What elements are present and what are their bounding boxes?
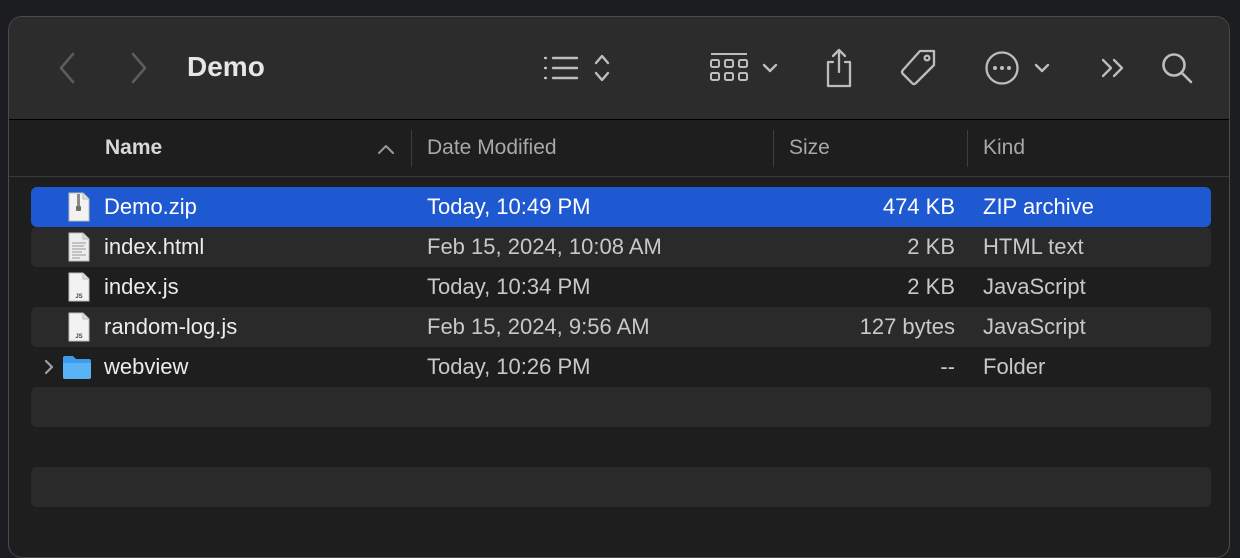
sort-updown-icon[interactable] (591, 47, 613, 89)
finder-window: Demo Name Date Modified Size Kind Demo.z… (8, 16, 1230, 558)
file-date: Today, 10:26 PM (427, 354, 591, 379)
column-size-header[interactable]: Size (789, 120, 830, 176)
search-icon[interactable] (1159, 47, 1195, 89)
file-name: webview (104, 354, 189, 379)
sort-ascending-icon[interactable] (377, 142, 395, 160)
column-date-header[interactable]: Date Modified (427, 120, 557, 176)
column-divider[interactable] (967, 130, 968, 167)
column-name-header[interactable]: Name (105, 120, 162, 176)
column-divider[interactable] (411, 130, 412, 167)
file-name: random-log.js (104, 314, 238, 339)
file-name: index.js (104, 274, 179, 299)
file-name: Demo.zip (104, 194, 197, 219)
empty-row (31, 427, 1211, 467)
svg-text:JS: JS (75, 334, 82, 340)
svg-text:JS: JS (75, 294, 82, 300)
file-kind: ZIP archive (983, 194, 1094, 219)
forward-icon[interactable] (121, 47, 157, 89)
file-date: Feb 15, 2024, 9:56 AM (427, 314, 650, 339)
folder-icon (63, 356, 91, 379)
file-date: Today, 10:34 PM (427, 274, 591, 299)
js-file-icon: JS (68, 272, 90, 302)
column-header: Name Date Modified Size Kind (9, 120, 1229, 177)
file-kind: JavaScript (983, 314, 1086, 339)
disclosure-triangle-icon[interactable] (41, 357, 57, 377)
chevron-down-icon[interactable] (1033, 47, 1051, 89)
column-kind-header[interactable]: Kind (983, 120, 1025, 176)
file-kind: JavaScript (983, 274, 1086, 299)
file-kind: HTML text (983, 234, 1084, 259)
tag-icon[interactable] (897, 47, 939, 89)
file-name: index.html (104, 234, 205, 259)
file-row[interactable]: index.html Feb 15, 2024, 10:08 AM 2 KB H… (31, 227, 1211, 267)
file-row[interactable]: webview Today, 10:26 PM -- Folder (31, 347, 1211, 387)
zip-file-icon (68, 192, 90, 222)
file-date: Today, 10:49 PM (427, 194, 591, 219)
more-icon[interactable] (983, 47, 1021, 89)
share-icon[interactable] (821, 47, 857, 89)
file-size: 2 KB (907, 274, 955, 299)
file-kind: Folder (983, 354, 1046, 379)
js-file-icon: JS (68, 312, 90, 342)
overflow-icon[interactable] (1099, 47, 1127, 89)
file-size: 127 bytes (859, 314, 955, 339)
file-size: 474 KB (882, 194, 955, 219)
file-row[interactable]: JS random-log.js Feb 15, 2024, 9:56 AM 1… (31, 307, 1211, 347)
file-size: -- (940, 354, 955, 379)
file-row[interactable]: JS index.js Today, 10:34 PM 2 KB JavaScr… (31, 267, 1211, 307)
column-divider[interactable] (773, 130, 774, 167)
back-icon[interactable] (49, 47, 85, 89)
list-view-icon[interactable] (541, 47, 581, 89)
html-file-icon (68, 232, 90, 262)
empty-row (31, 467, 1211, 507)
chevron-down-icon[interactable] (761, 47, 779, 89)
toolbar: Demo (9, 17, 1229, 120)
file-row[interactable]: Demo.zip Today, 10:49 PM 474 KB ZIP arch… (31, 187, 1211, 227)
empty-row (31, 387, 1211, 427)
window-title: Demo (187, 51, 265, 82)
file-date: Feb 15, 2024, 10:08 AM (427, 234, 662, 259)
group-grid-icon[interactable] (707, 47, 751, 89)
file-size: 2 KB (907, 234, 955, 259)
